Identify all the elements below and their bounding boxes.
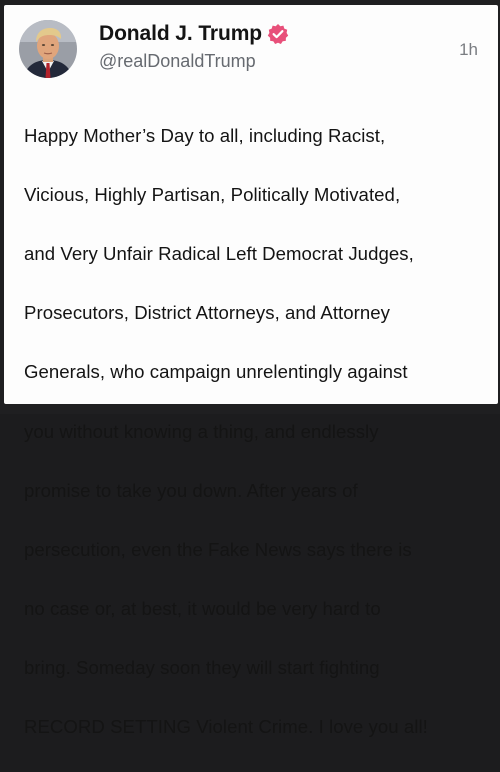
post-body-line: Prosecutors, District Attorneys, and Att… [24, 302, 391, 324]
post-card[interactable]: Donald J. Trump @realDonaldTrump 1h Happ… [4, 5, 498, 737]
author-name-row: Donald J. Trump [99, 19, 289, 49]
post-body-line: no case or, at best, it would be very ha… [24, 598, 381, 620]
profile-photo-avatar [19, 20, 77, 78]
verified-badge-icon [267, 23, 289, 45]
post-body-line: and Very Unfair Radical Left Democrat Ju… [24, 242, 414, 264]
post-body-line: bring. Someday soon they will start figh… [24, 657, 380, 679]
avatar[interactable] [19, 20, 77, 78]
post-body-line: Vicious, Highly Partisan, Politically Mo… [24, 183, 401, 205]
author-handle[interactable]: @realDonaldTrump [99, 51, 256, 72]
post-body-line: Happy Mother’s Day to all, including Rac… [24, 124, 386, 146]
post-body: Happy Mother’s Day to all, including Rac… [24, 91, 494, 772]
post-body-line: persecution, even the Fake News says the… [24, 538, 412, 560]
post-body-line: promise to take you down. After years of [24, 479, 358, 501]
post-body-line: RECORD SETTING Violent Crime. I love you… [24, 716, 428, 738]
post-body-line: you without knowing a thing, and endless… [24, 420, 379, 442]
screenshot-frame: Donald J. Trump @realDonaldTrump 1h Happ… [0, 0, 500, 737]
post-body-line: Generals, who campaign unrelentingly aga… [24, 361, 408, 383]
post-timestamp[interactable]: 1h [459, 40, 478, 60]
author-display-name[interactable]: Donald J. Trump [99, 22, 262, 46]
